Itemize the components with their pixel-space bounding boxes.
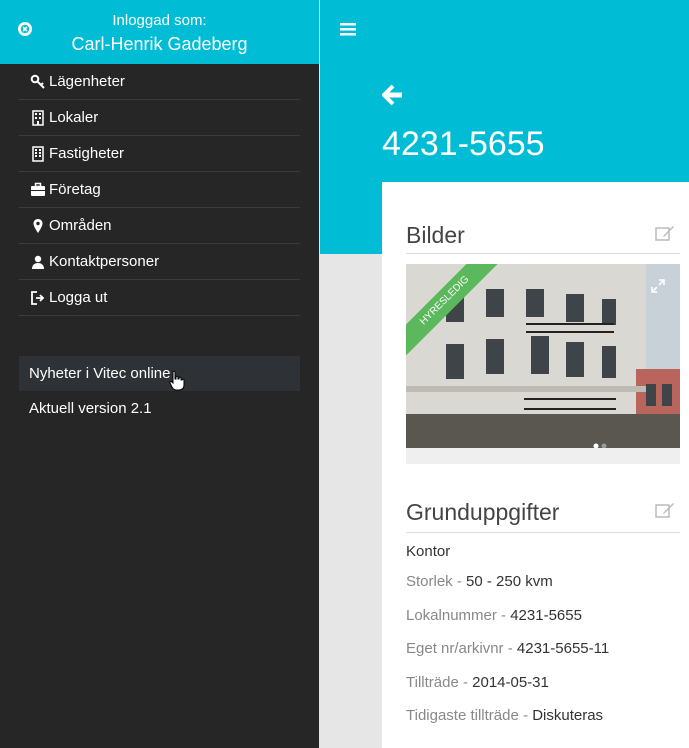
field-value: 50 - 250 kvm xyxy=(466,573,553,590)
sidebar: Inloggad som: Carl-Henrik Gadeberg Lägen… xyxy=(0,0,319,748)
sidebar-item-label: Fastigheter xyxy=(49,145,125,162)
sidebar-item-label: Logga ut xyxy=(49,289,108,306)
sidebar-item-label: Kontaktpersoner xyxy=(49,253,160,270)
edit-icon[interactable] xyxy=(655,225,675,241)
field-tidigaste-tilltrade: Tidigaste tillträde - Diskuteras xyxy=(406,707,604,724)
sidebar-item-label: Områden xyxy=(49,217,112,234)
field-key: Eget nr/arkivnr xyxy=(406,640,504,657)
menu-hamburger-icon[interactable] xyxy=(340,22,356,36)
sidebar-header: Inloggad som: Carl-Henrik Gadeberg xyxy=(0,0,319,64)
main-content: 4231-5655 Bilder HYRESLEDIG Grunduppgift… xyxy=(320,0,689,748)
sidebar-menu: Lägenheter Lokaler Fastigheter Företag O… xyxy=(19,64,300,316)
sidebar-item-foretag[interactable]: Företag xyxy=(19,172,300,208)
edit-icon[interactable] xyxy=(655,502,675,518)
key-icon xyxy=(30,74,46,90)
page-title: 4231-5655 xyxy=(382,125,545,163)
field-value: 4231-5655 xyxy=(510,607,582,624)
field-storlek: Storlek - 50 - 250 kvm xyxy=(406,573,553,590)
sidebar-item-fastigheter[interactable]: Fastigheter xyxy=(19,136,300,172)
field-value: 2014-05-31 xyxy=(472,674,549,691)
user-name: Carl-Henrik Gadeberg xyxy=(71,34,248,54)
sidebar-item-omraden[interactable]: Områden xyxy=(19,208,300,244)
sidebar-item-label: Lokaler xyxy=(49,109,99,126)
version-label: Aktuell version 2.1 xyxy=(29,400,152,417)
field-tilltrade: Tillträde - 2014-05-31 xyxy=(406,674,549,691)
back-arrow-icon[interactable] xyxy=(382,84,404,106)
images-section-title: Bilder xyxy=(406,222,465,248)
field-key: Tidigaste tillträde xyxy=(406,707,519,724)
news-link[interactable]: Nyheter i Vitec online xyxy=(19,356,300,391)
field-key: Lokalnummer xyxy=(406,607,497,624)
user-icon xyxy=(30,254,46,270)
briefcase-icon xyxy=(30,182,46,198)
hand-cursor-icon xyxy=(169,370,185,391)
basic-info-section-title: Grunduppgifter xyxy=(406,499,560,525)
sidebar-item-label: Lägenheter xyxy=(49,73,125,90)
logged-in-label: Inloggad som: xyxy=(112,12,207,29)
sidebar-item-logga-ut[interactable]: Logga ut xyxy=(19,280,300,316)
photo-caption-bar xyxy=(406,448,680,464)
field-key: Tillträde xyxy=(406,674,459,691)
office-building-icon xyxy=(30,145,46,162)
expand-icon[interactable] xyxy=(650,278,666,294)
logout-icon xyxy=(30,290,46,306)
field-key: Storlek xyxy=(406,573,453,590)
map-marker-icon xyxy=(30,218,46,234)
property-photo[interactable]: HYRESLEDIG xyxy=(406,264,680,448)
property-type: Kontor xyxy=(406,543,451,560)
field-eget-nr: Eget nr/arkivnr - 4231-5655-11 xyxy=(406,640,610,657)
sidebar-item-lagenheter[interactable]: Lägenheter xyxy=(19,64,300,100)
sidebar-item-lokaler[interactable]: Lokaler xyxy=(19,100,300,136)
detail-card: Bilder HYRESLEDIG Grunduppgifter Kontor … xyxy=(382,182,689,748)
sidebar-item-label: Företag xyxy=(49,181,101,198)
building-icon xyxy=(30,109,46,126)
divider xyxy=(406,532,680,533)
sidebar-item-kontaktpersoner[interactable]: Kontaktpersoner xyxy=(19,244,300,280)
field-value: Diskuteras xyxy=(532,707,604,724)
field-lokalnummer: Lokalnummer - 4231-5655 xyxy=(406,607,582,624)
divider xyxy=(406,253,680,254)
field-value: 4231-5655-11 xyxy=(516,640,610,657)
